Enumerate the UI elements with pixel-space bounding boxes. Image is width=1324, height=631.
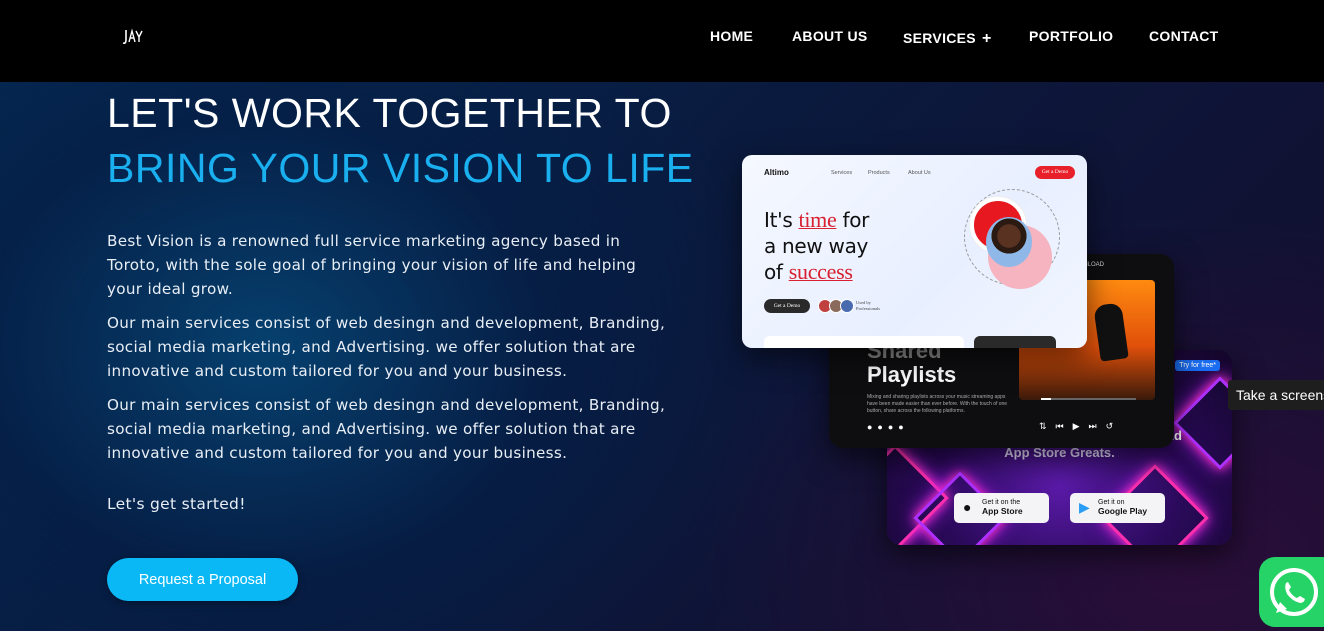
- whatsapp-button[interactable]: [1259, 557, 1324, 627]
- nav-home[interactable]: HOME: [710, 28, 753, 44]
- hero-title-line1: LET'S WORK TOGETHER TO: [107, 90, 672, 136]
- nav-contact[interactable]: CONTACT: [1149, 28, 1219, 44]
- platform-icons: ●●●●: [867, 422, 909, 432]
- whatsapp-icon: [1270, 568, 1318, 616]
- music-headline-2: Playlists: [867, 362, 957, 387]
- plus-icon: +: [981, 30, 992, 47]
- altimo-demo-button: Get a Demo: [1035, 166, 1075, 179]
- hero-title-line2: BRING YOUR VISION TO LIFE: [107, 145, 694, 191]
- google-play-badge: ▶ Get it on Google Play: [1070, 493, 1165, 523]
- altimo-pill: Get a Demo: [764, 299, 810, 313]
- progress-bar: [1041, 398, 1136, 400]
- screenshot-tooltip[interactable]: Take a screenshot: [1228, 380, 1324, 410]
- altimo-strip: [764, 336, 964, 348]
- google-play-icon: ▶: [1079, 499, 1090, 515]
- request-proposal-button[interactable]: Request a Proposal: [107, 558, 298, 601]
- nav-services-label: SERVICES: [903, 30, 976, 46]
- google-play-small: Get it on: [1098, 499, 1125, 506]
- hero-paragraph-3: Our main services consist of web desingn…: [107, 396, 666, 462]
- altimo-pros: Used by Professionals: [856, 300, 880, 311]
- portrait-image: [986, 217, 1032, 267]
- app-store-small: Get it on the: [982, 499, 1021, 506]
- music-description: Mixing and sharing playlists across your…: [867, 394, 1008, 414]
- hero-paragraph-2: Our main services consist of web desingn…: [107, 314, 666, 380]
- nav-services[interactable]: SERVICES +: [903, 30, 992, 48]
- altimo-nav-item: About Us: [908, 170, 931, 176]
- hero-paragraph-1: Best Vision is a renowned full service m…: [107, 232, 637, 298]
- nav-about-us[interactable]: ABOUT US: [792, 28, 868, 44]
- apple-icon: ●: [963, 499, 972, 515]
- app-store-badge: ● Get it on the App Store: [954, 493, 1049, 523]
- cta-text: Let's get started!: [107, 495, 246, 513]
- logo-icon[interactable]: [122, 28, 144, 46]
- nav-portfolio[interactable]: PORTFOLIO: [1029, 28, 1113, 44]
- app-store-big: App Store: [982, 506, 1023, 516]
- altimo-strip-dark: [974, 336, 1056, 348]
- altimo-brand: Altimo: [764, 168, 789, 177]
- try-free-tag: Try for free*: [1175, 360, 1220, 371]
- google-play-big: Google Play: [1098, 506, 1148, 516]
- top-navbar: HOME ABOUT US SERVICES + PORTFOLIO CONTAC…: [0, 0, 1324, 82]
- altimo-nav-item: Products: [868, 170, 890, 176]
- altimo-nav-item: Services: [831, 170, 853, 176]
- altimo-headline: It's time for a new way of success: [764, 207, 870, 284]
- avatar-group: [818, 299, 854, 318]
- player-controls-icon: ⇅⏮▶⏭↺: [1039, 421, 1123, 431]
- altimo-mockup-image: Altimo Services Products About Us Get a …: [742, 155, 1087, 348]
